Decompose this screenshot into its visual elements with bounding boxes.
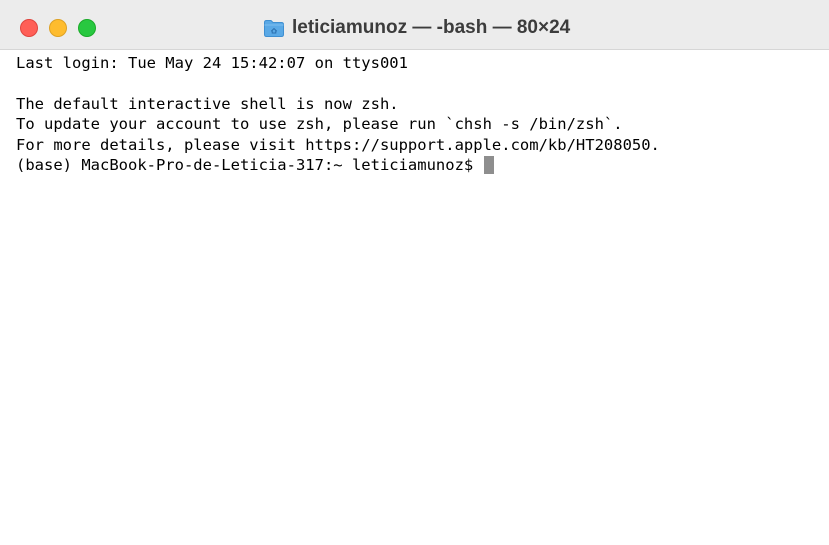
terminal-line: To update your account to use zsh, pleas… [16,115,623,134]
shell-prompt: (base) MacBook-Pro-de-Leticia-317:~ leti… [16,155,483,174]
terminal-output-area[interactable]: Last login: Tue May 24 15:42:07 on ttys0… [16,53,819,535]
terminal-window: leticiamunoz — -bash — 80×24 Last login:… [0,0,829,545]
minimize-window-button[interactable] [49,19,67,37]
close-window-button[interactable] [20,19,38,37]
text-cursor [483,155,494,174]
home-folder-icon [263,18,285,38]
maximize-window-button[interactable] [78,19,96,37]
terminal-line: The default interactive shell is now zsh… [16,94,399,113]
terminal-line: Last login: Tue May 24 15:42:07 on ttys0… [16,54,408,72]
window-title: leticiamunoz — -bash — 80×24 [292,17,571,38]
prompt-line[interactable]: (base) MacBook-Pro-de-Leticia-317:~ leti… [16,155,819,175]
window-title-group: leticiamunoz — -bash — 80×24 [263,15,570,41]
title-bar[interactable]: leticiamunoz — -bash — 80×24 [0,0,829,50]
terminal-line: For more details, please visit https://s… [16,135,660,154]
